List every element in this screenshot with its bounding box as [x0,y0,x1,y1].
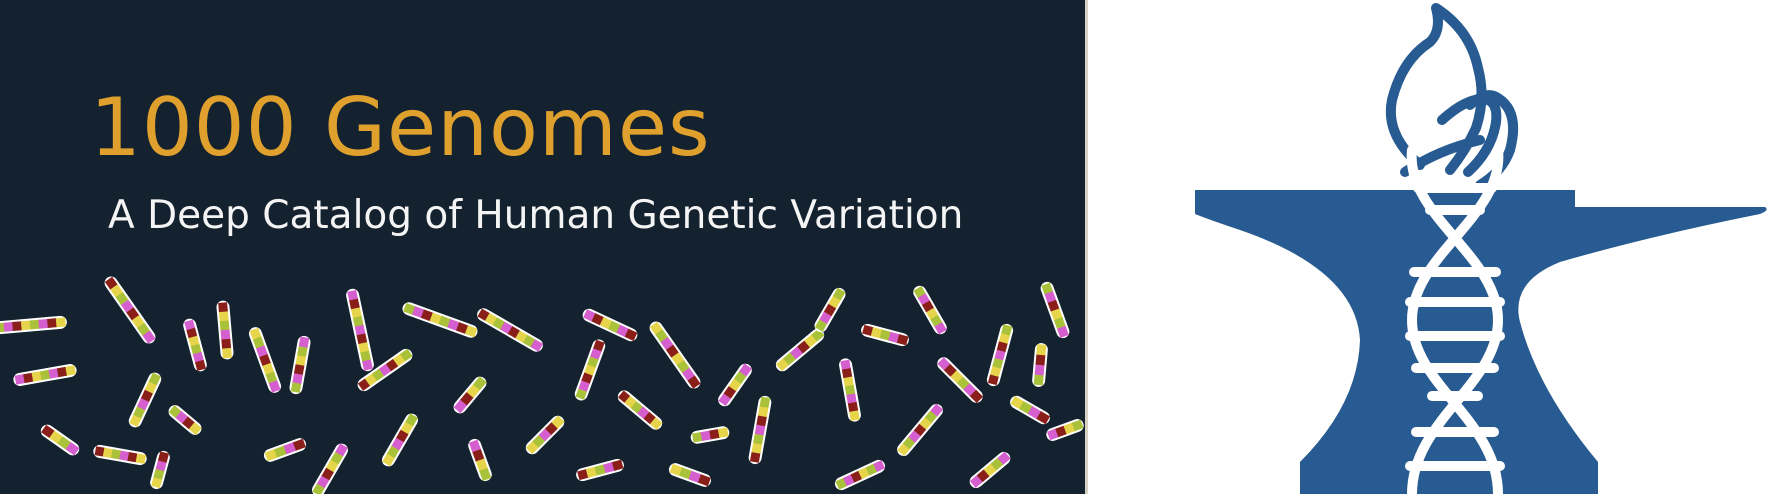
chromosome-shape [477,308,544,352]
chromosome-shape [263,438,307,462]
chromosome-shape [1046,419,1084,441]
chromosome-shape [576,458,624,482]
chromosome-shape [346,288,374,372]
chromosome-shape [649,321,701,389]
dna-anvil-flame-logo-icon [1195,3,1767,494]
chromosome-shape [216,300,234,360]
chromosome-shape [248,327,282,393]
chromosome-shape [1040,281,1070,339]
banner-title: 1000 Genomes [90,81,711,174]
anvil-shape [1195,190,1767,494]
chromosome-shape [93,444,147,466]
chromosome-shape [913,285,947,335]
chromosome-shape [402,302,478,338]
chromosome-shape [582,308,638,342]
chromosome-shape [834,459,886,491]
chromosome-shape [668,463,712,487]
chromosome-shape [839,358,861,422]
chromosome-shape [1032,343,1048,387]
chromosome-shape [861,323,909,347]
chromosome-shape [289,335,311,395]
chromosome-shape [897,403,944,457]
chromosome-shape [183,318,207,372]
chromosome-shape [986,323,1014,387]
chromosome-shape [617,390,663,430]
page: 1000 Genomes A Deep Catalog of Human Gen… [0,0,1780,494]
chromosome-shape [814,287,846,333]
chromosome-shape [150,450,170,490]
chromosome-shape [104,276,156,344]
chromosome-shape [468,438,492,482]
chromosome-shape [969,451,1011,489]
chromosome-shape [525,415,565,455]
chromosome-shape [0,315,67,335]
chromosome-shape [690,426,730,444]
chromosome-shape [168,405,202,436]
banner-divider [1085,0,1088,494]
banner-subtitle: A Deep Catalog of Human Genetic Variatio… [108,193,964,238]
chromosome-shape [775,328,825,372]
chromosome-shape [312,443,348,494]
chromosome-shape [40,424,80,456]
chromosome-shape [13,364,77,386]
chromosome-shape [748,395,772,465]
chromosome-shape [574,339,606,401]
chromosome-shape [718,363,752,407]
thousand-genomes-banner: 1000 Genomes A Deep Catalog of Human Gen… [0,0,1085,494]
chromosome-shape [382,413,418,467]
chromosome-shape [1010,395,1051,425]
chromosome-shape [937,357,984,404]
chromosome-shape [128,372,162,428]
chromosome-icon [0,276,1084,494]
chromosome-shape [453,376,487,414]
